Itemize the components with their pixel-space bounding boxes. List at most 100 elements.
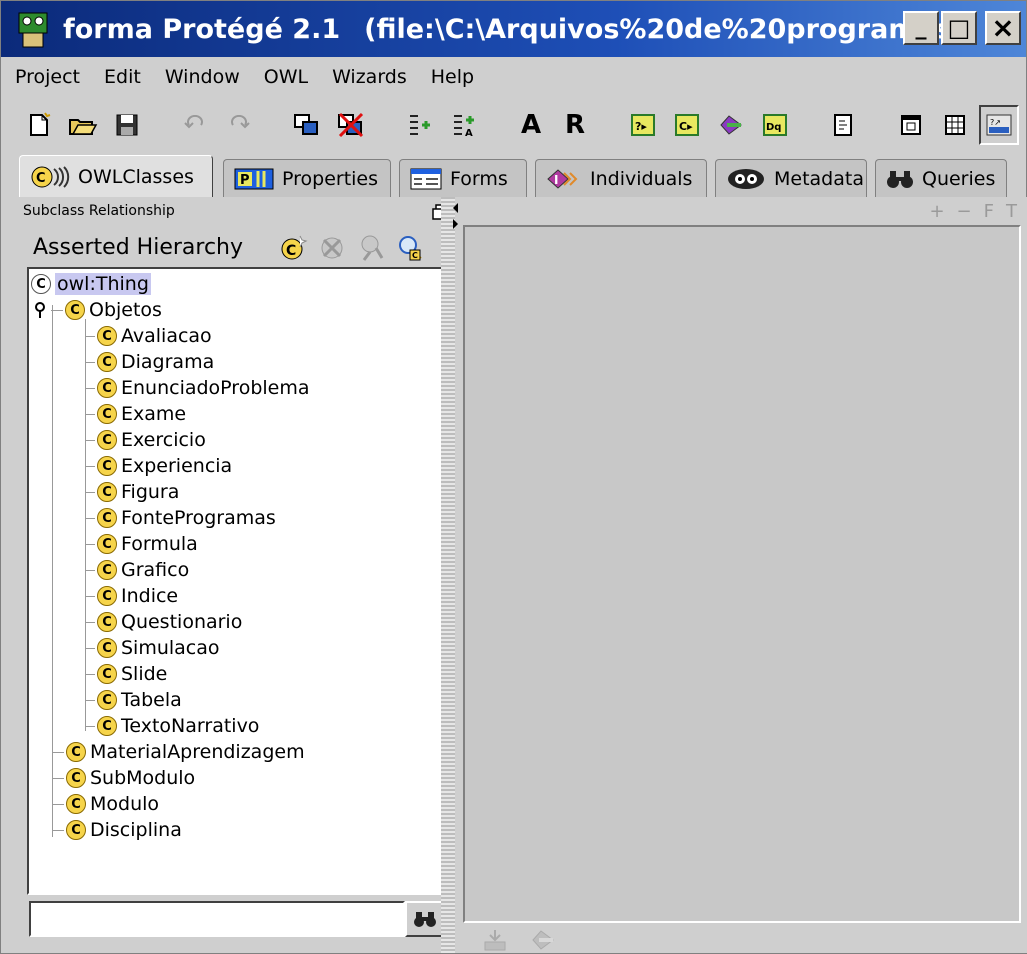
tree-node-indice[interactable]: C Indice [85, 583, 178, 609]
tree-node-diagrama[interactable]: C Diagrama [85, 349, 214, 375]
tree-node-label: EnunciadoProblema [121, 377, 310, 399]
tree-connector [52, 803, 64, 805]
minimize-icon: _ [915, 15, 927, 40]
close-button[interactable]: × [985, 11, 1021, 45]
menu-edit[interactable]: Edit [104, 66, 141, 88]
table-button[interactable] [935, 105, 975, 145]
tab-forms[interactable]: Forms [399, 159, 527, 197]
menu-help[interactable]: Help [431, 66, 474, 88]
open-project-button[interactable] [63, 105, 103, 145]
panel-splitter[interactable] [441, 197, 455, 953]
remove-tool-button[interactable]: − [957, 201, 972, 222]
tree-node-grafico[interactable]: C Grafico [85, 557, 189, 583]
references-icon [361, 235, 384, 261]
document-button[interactable] [823, 105, 863, 145]
help-button[interactable]: ?↗ [979, 105, 1019, 145]
class-icon: C [97, 508, 117, 528]
find-class-button[interactable]: C [395, 233, 425, 263]
delete-class-button[interactable] [317, 233, 347, 263]
tree-node-textonarrativo[interactable]: C TextoNarrativo [85, 713, 259, 739]
add-all-button[interactable]: A [443, 105, 483, 145]
import-button[interactable] [479, 927, 511, 953]
tree-node-label: Experiencia [121, 455, 233, 477]
tree-node-exercicio[interactable]: C Exercicio [85, 427, 206, 453]
navigate-icon [532, 930, 554, 950]
tree-node-exame[interactable]: C Exame [85, 401, 186, 427]
window-button[interactable] [891, 105, 931, 145]
add-subclass-button[interactable] [399, 105, 439, 145]
tab-metadata[interactable]: Metadata [715, 159, 867, 197]
tree-node-slide[interactable]: C Slide [85, 661, 167, 687]
class-icon: C [97, 716, 117, 736]
undo-button[interactable] [175, 105, 215, 145]
class-search-input[interactable] [29, 901, 405, 937]
tree-node-simulacao[interactable]: C Simulacao [85, 635, 220, 661]
tab-label: Individuals [590, 167, 693, 190]
menu-project[interactable]: Project [15, 66, 80, 88]
tab-queries[interactable]: Queries [875, 159, 1007, 197]
menu-owl[interactable]: OWL [264, 66, 308, 88]
tab-label: OWLClasses [78, 165, 194, 188]
create-subclass-button[interactable]: C [279, 233, 309, 263]
tree-node-disciplina[interactable]: C Disciplina [52, 817, 182, 843]
class-icon: C [97, 534, 117, 554]
tree-node-tabela[interactable]: C Tabela [85, 687, 182, 713]
navigate-button[interactable] [527, 927, 559, 953]
f-tool-button[interactable]: F [984, 201, 994, 222]
tree-connector [85, 595, 95, 597]
minimize-button[interactable]: _ [903, 11, 939, 45]
tree-node-fonteprogramas[interactable]: C FonteProgramas [85, 505, 276, 531]
save-project-button[interactable] [107, 105, 147, 145]
class-icon: C [97, 482, 117, 502]
tree-node-label: Disciplina [90, 819, 182, 841]
tree-node-enunciadoproblema[interactable]: C EnunciadoProblema [85, 375, 310, 401]
diagram-button[interactable]: Dq [755, 105, 795, 145]
tree-node-modulo[interactable]: C Modulo [52, 791, 159, 817]
tab-owlclasses[interactable]: C OWLClasses [19, 155, 213, 197]
copy-button[interactable] [287, 105, 327, 145]
letter-r-button[interactable]: R [555, 105, 595, 145]
svg-text:?▸: ?▸ [635, 120, 647, 133]
tree-node-experiencia[interactable]: C Experiencia [85, 453, 232, 479]
maximize-button[interactable]: □ [941, 11, 977, 45]
tree-node-figura[interactable]: C Figura [85, 479, 179, 505]
toolbar: A A R ?▸ C▸ Dq ?↗ [1, 97, 1026, 153]
add-tool-button[interactable]: + [929, 201, 944, 222]
class-icon: C [97, 430, 117, 450]
svg-text:P: P [240, 173, 250, 188]
letter-a-button[interactable]: A [511, 105, 551, 145]
tree-node-objetos[interactable]: C Objetos [29, 297, 162, 323]
tree-node-materialaprendizagem[interactable]: C MaterialAprendizagem [52, 739, 305, 765]
search-button[interactable] [405, 901, 445, 937]
binoculars-icon [414, 912, 436, 927]
class-icon: C [97, 404, 117, 424]
class-tree[interactable]: C owl:Thing C Objetos C Avaliacao C Diagra… [27, 267, 451, 895]
tab-properties[interactable]: P Properties [223, 159, 391, 197]
tree-connector [85, 699, 95, 701]
tree-node-label: Exame [121, 403, 187, 425]
tree-node-avaliacao[interactable]: C Avaliacao [85, 323, 212, 349]
find-references-button[interactable] [357, 233, 387, 263]
redo-icon [231, 115, 250, 129]
owl-classes-icon: C [30, 165, 70, 189]
tree-node-questionario[interactable]: C Questionario [85, 609, 242, 635]
t-tool-button[interactable]: T [1006, 201, 1017, 222]
class-icon: C [97, 326, 117, 346]
redo-button[interactable] [219, 105, 259, 145]
expand-toggle-icon[interactable] [29, 301, 51, 319]
delete-button[interactable] [331, 105, 371, 145]
tree-node-submodulo[interactable]: C SubModulo [52, 765, 195, 791]
new-project-button[interactable] [19, 105, 59, 145]
tree-node-root[interactable]: C owl:Thing [31, 271, 151, 297]
class-button[interactable]: C▸ [667, 105, 707, 145]
menu-wizards[interactable]: Wizards [332, 66, 407, 88]
tree-connector [85, 673, 95, 675]
tree-node-formula[interactable]: C Formula [85, 531, 198, 557]
svg-text:?↗: ?↗ [990, 118, 1001, 127]
tab-individuals[interactable]: I Individuals [535, 159, 707, 197]
tree-node-label: Slide [121, 663, 168, 685]
query-button[interactable]: ?▸ [623, 105, 663, 145]
menu-window[interactable]: Window [165, 66, 240, 88]
maximize-icon: □ [947, 14, 971, 42]
individual-button[interactable] [711, 105, 751, 145]
